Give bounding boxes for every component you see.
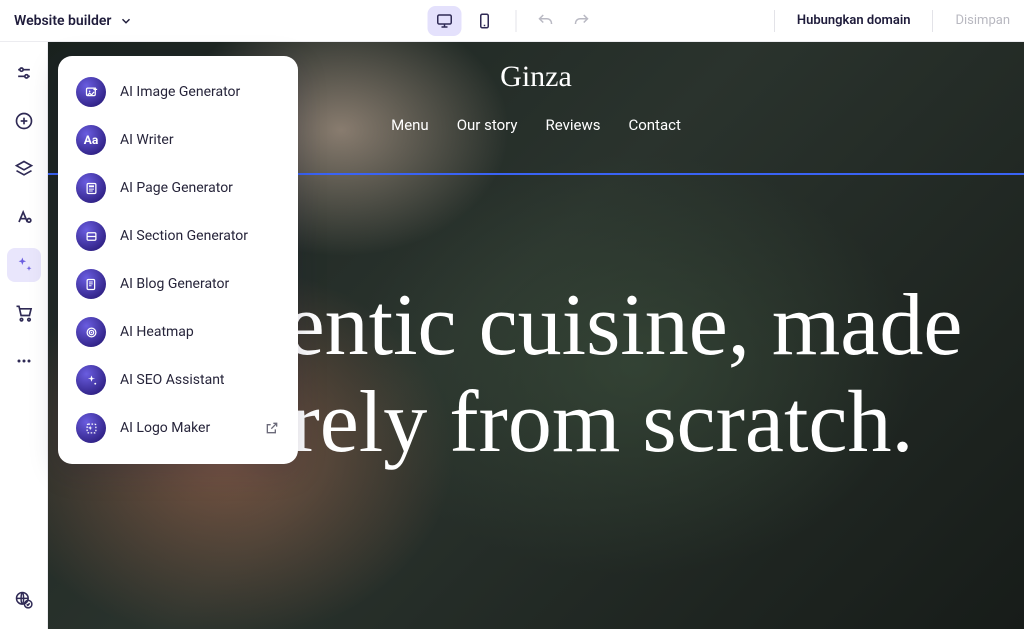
add-element-button[interactable]	[7, 104, 41, 138]
cart-button[interactable]	[7, 296, 41, 330]
ai-blog-generator-item[interactable]: AI Blog Generator	[58, 260, 298, 308]
heatmap-icon	[76, 317, 106, 347]
divider	[774, 10, 775, 32]
page-icon	[76, 173, 106, 203]
layers-button[interactable]	[7, 152, 41, 186]
pop-item-label: AI Image Generator	[120, 84, 240, 100]
chevron-down-icon	[119, 14, 133, 28]
blog-icon	[76, 269, 106, 299]
undo-button[interactable]	[531, 6, 561, 36]
desktop-view-button[interactable]	[428, 6, 462, 36]
pop-item-label: AI Blog Generator	[120, 276, 229, 292]
ai-image-generator-item[interactable]: AI Image Generator	[58, 68, 298, 116]
ai-seo-assistant-item[interactable]: AI SEO Assistant	[58, 356, 298, 404]
ai-logo-maker-item[interactable]: AI Logo Maker	[58, 404, 298, 452]
site-title[interactable]: Ginza	[500, 60, 572, 94]
language-globe-button[interactable]	[7, 583, 41, 617]
divider	[932, 10, 933, 32]
pop-item-label: AI Page Generator	[120, 180, 233, 196]
nav-item-reviews[interactable]: Reviews	[545, 116, 600, 134]
ai-writer-item[interactable]: Aa AI Writer	[58, 116, 298, 164]
text-aa-icon: Aa	[76, 125, 106, 155]
nav-item-our-story[interactable]: Our story	[457, 116, 518, 134]
ai-heatmap-item[interactable]: AI Heatmap	[58, 308, 298, 356]
top-header: Website builder Hubungkan domain Disimpa…	[0, 0, 1024, 42]
more-button[interactable]	[7, 344, 41, 378]
ai-section-generator-item[interactable]: AI Section Generator	[58, 212, 298, 260]
adjust-tool-button[interactable]	[7, 56, 41, 90]
header-right: Hubungkan domain Disimpan	[766, 10, 1010, 32]
pop-item-label: AI Logo Maker	[120, 420, 210, 436]
ai-tools-popover: AI Image Generator Aa AI Writer AI Page …	[58, 56, 298, 464]
mobile-view-button[interactable]	[468, 6, 502, 36]
pop-item-label: AI Section Generator	[120, 228, 248, 244]
image-plus-icon	[76, 77, 106, 107]
site-nav: Menu Our story Reviews Contact	[391, 116, 681, 134]
app-title: Website builder	[14, 13, 111, 29]
device-switcher	[428, 6, 597, 36]
seo-star-icon	[76, 365, 106, 395]
saved-status: Disimpan	[955, 13, 1010, 28]
app-switcher[interactable]: Website builder	[14, 13, 133, 29]
pop-item-label: AI Writer	[120, 132, 174, 148]
ai-tools-button[interactable]	[7, 248, 41, 282]
ai-page-generator-item[interactable]: AI Page Generator	[58, 164, 298, 212]
section-icon	[76, 221, 106, 251]
nav-item-contact[interactable]: Contact	[628, 116, 680, 134]
divider	[516, 10, 517, 32]
nav-item-menu[interactable]: Menu	[391, 116, 429, 134]
text-style-button[interactable]	[7, 200, 41, 234]
connect-domain-link[interactable]: Hubungkan domain	[797, 13, 911, 28]
left-sidebar	[0, 42, 48, 629]
pop-item-label: AI Heatmap	[120, 324, 194, 340]
pop-item-label: AI SEO Assistant	[120, 372, 225, 388]
redo-button[interactable]	[567, 6, 597, 36]
external-link-icon	[264, 420, 280, 436]
logo-maker-icon	[76, 413, 106, 443]
